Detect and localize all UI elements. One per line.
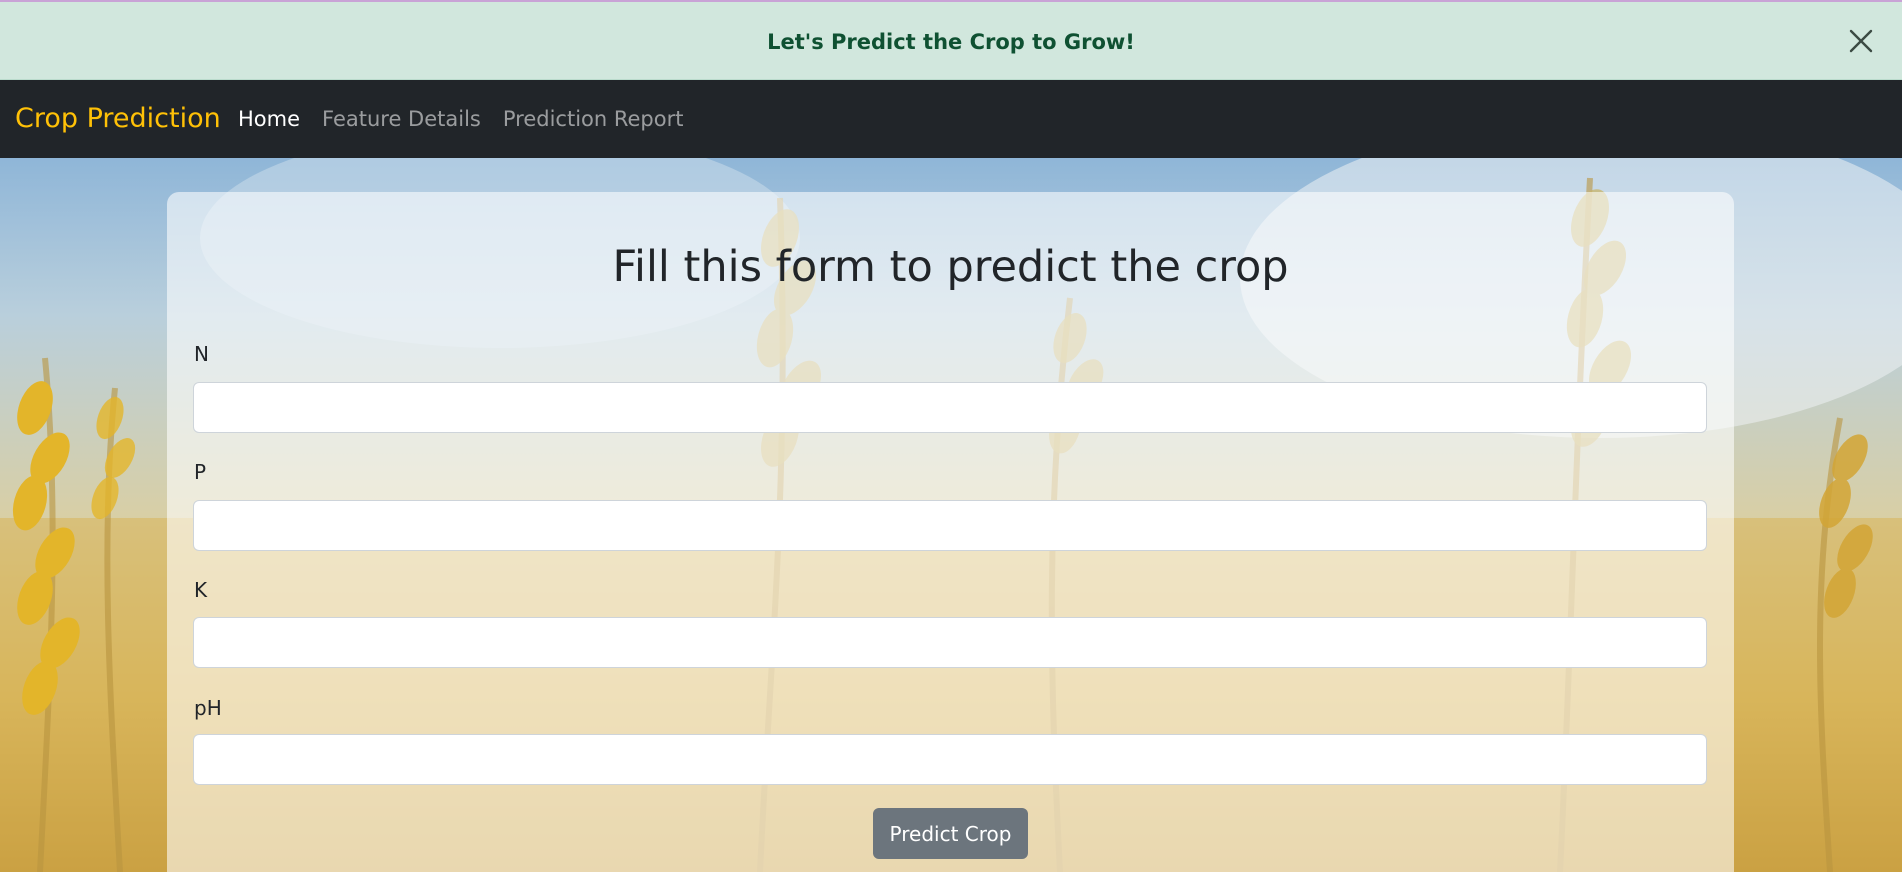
k-input[interactable] [193, 617, 1707, 668]
predict-crop-button[interactable]: Predict Crop [873, 808, 1028, 859]
field-label-p: P [194, 460, 207, 484]
n-input[interactable] [193, 382, 1707, 433]
nav-link-feature-details[interactable]: Feature Details [322, 107, 481, 131]
p-input[interactable] [193, 500, 1707, 551]
nav-links: Home Feature Details Prediction Report [238, 80, 705, 158]
alert-banner: Let's Predict the Crop to Grow! [0, 0, 1902, 80]
alert-message: Let's Predict the Crop to Grow! [767, 30, 1135, 54]
prediction-form-card: Fill this form to predict the crop N P K… [167, 192, 1734, 892]
form-title: Fill this form to predict the crop [612, 242, 1289, 292]
field-label-n: N [194, 342, 209, 366]
navbar: Crop Prediction Home Feature Details Pre… [0, 80, 1902, 158]
close-icon[interactable] [1848, 28, 1874, 54]
field-label-k: K [194, 578, 208, 602]
nav-link-prediction-report[interactable]: Prediction Report [503, 107, 684, 131]
ph-input[interactable] [193, 734, 1707, 785]
field-label-ph: pH [194, 696, 222, 720]
nav-link-home[interactable]: Home [238, 107, 300, 131]
navbar-brand[interactable]: Crop Prediction [15, 80, 221, 158]
